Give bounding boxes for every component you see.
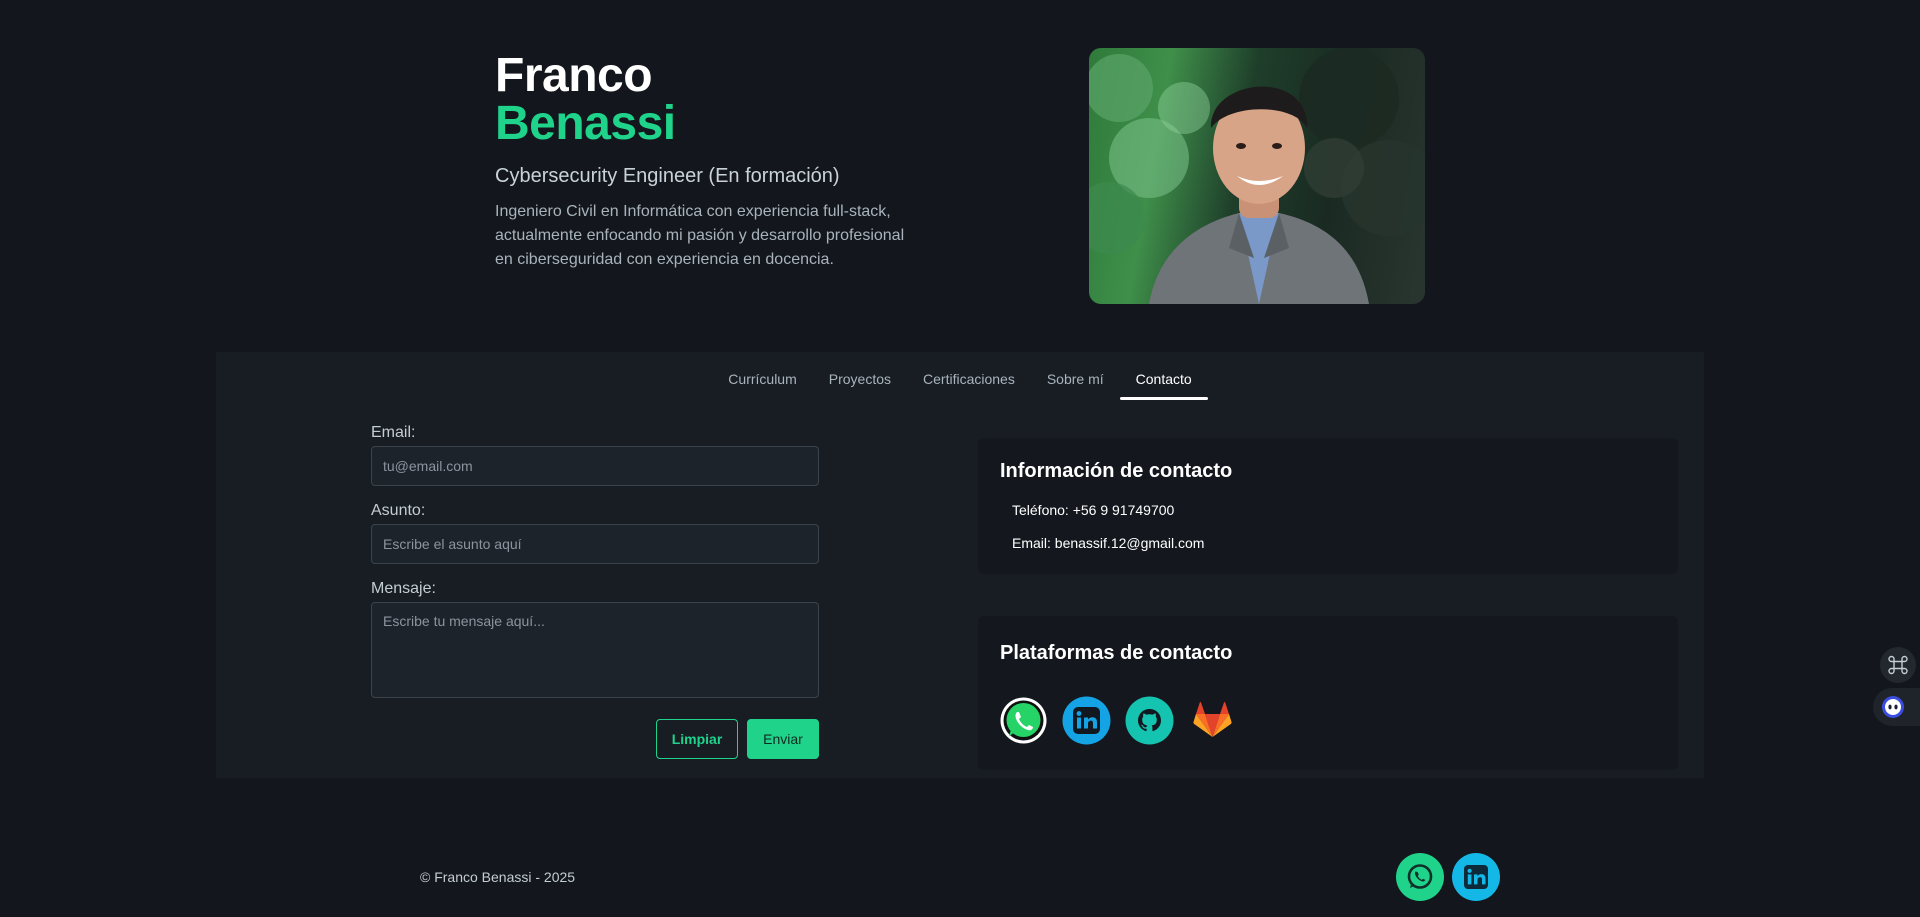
platform-links <box>999 696 1237 745</box>
contact-phone: Teléfono: +56 9 91749700 <box>1012 502 1175 518</box>
subject-label: Asunto: <box>371 502 426 519</box>
content-panel: Currículum Proyectos Certificaciones Sob… <box>216 352 1704 778</box>
form-actions: Limpiar Enviar <box>371 719 819 759</box>
github-icon <box>1125 696 1174 745</box>
gitlab-icon <box>1193 702 1232 737</box>
linkedin-link[interactable] <box>1062 696 1111 745</box>
contact-platforms-card: Plataformas de contacto <box>978 616 1678 770</box>
floating-shortcut-button[interactable] <box>1880 647 1916 683</box>
hero-text: Franco Benassi Cybersecurity Engineer (E… <box>495 52 935 272</box>
hero-last-name: Benassi <box>495 97 676 150</box>
platforms-title: Plataformas de contacto <box>1000 642 1233 664</box>
footer-whatsapp-link[interactable] <box>1396 853 1444 901</box>
tab-sobre-mi[interactable]: Sobre mí <box>1031 366 1120 400</box>
hero-description: Ingeniero Civil en Informática con exper… <box>495 203 905 268</box>
subject-input[interactable] <box>371 524 819 564</box>
profile-photo <box>1089 48 1425 304</box>
contact-form: Email: Asunto: Mensaje: Limpiar Enviar <box>371 424 821 759</box>
tab-proyectos[interactable]: Proyectos <box>813 366 907 400</box>
send-button[interactable]: Enviar <box>747 719 819 759</box>
footer-copyright: © Franco Benassi - 2025 <box>420 869 576 885</box>
profile-photo-art <box>1089 48 1425 304</box>
tab-curriculum[interactable]: Currículum <box>712 366 812 400</box>
hero-role: Cybersecurity Engineer (En formación) <box>495 165 840 187</box>
tab-certificaciones[interactable]: Certificaciones <box>907 366 1031 400</box>
assistant-icon <box>1882 696 1904 718</box>
footer-linkedin-link[interactable] <box>1452 853 1500 901</box>
tab-contacto[interactable]: Contacto <box>1119 366 1208 400</box>
gitlab-link[interactable] <box>1188 696 1237 745</box>
linkedin-icon <box>1464 865 1488 889</box>
message-label: Mensaje: <box>371 580 436 597</box>
section-tabs: Currículum Proyectos Certificaciones Sob… <box>216 366 1704 400</box>
floating-assistant-button[interactable] <box>1873 688 1920 726</box>
command-icon <box>1888 655 1908 675</box>
linkedin-icon <box>1062 696 1111 745</box>
email-label: Email: <box>371 424 416 441</box>
whatsapp-icon <box>1407 864 1433 889</box>
email-input[interactable] <box>371 446 819 486</box>
github-link[interactable] <box>1125 696 1174 745</box>
hero-section: Franco Benassi Cybersecurity Engineer (E… <box>0 0 1920 352</box>
hero-first-name: Franco <box>495 49 653 102</box>
contact-info-title: Información de contacto <box>1000 460 1233 482</box>
message-textarea[interactable] <box>371 602 819 698</box>
contact-email: Email: benassif.12@gmail.com <box>1012 535 1205 551</box>
whatsapp-icon <box>1000 697 1047 744</box>
clear-button[interactable]: Limpiar <box>656 719 738 759</box>
contact-info-card: Información de contacto Teléfono: +56 9 … <box>978 438 1678 574</box>
whatsapp-link[interactable] <box>999 696 1048 745</box>
